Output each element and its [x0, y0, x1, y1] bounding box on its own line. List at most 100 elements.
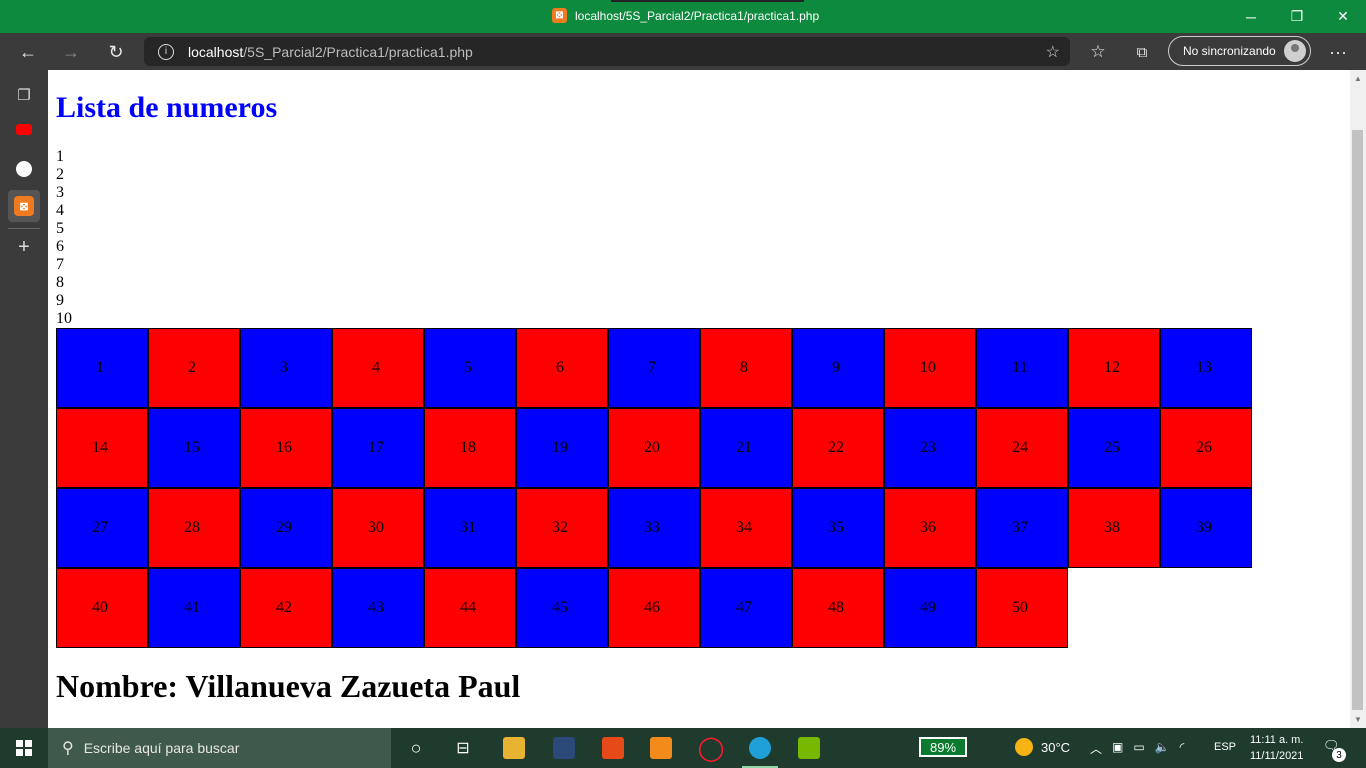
- forward-arrow-icon[interactable]: →: [58, 39, 84, 65]
- office-app[interactable]: [593, 734, 633, 762]
- youtube-tab[interactable]: [12, 117, 36, 141]
- grid-cell-number: 36: [920, 519, 936, 536]
- sidebar-divider: [8, 228, 40, 229]
- grid-cell: 39: [1160, 488, 1252, 568]
- grid-cell-number: 44: [460, 599, 476, 616]
- grid-cell: 45: [516, 568, 608, 648]
- more-options-icon[interactable]: ···: [1325, 39, 1351, 65]
- browser-sidebar: ❐ ⊠ +: [0, 70, 48, 728]
- grid-cell: 25: [1068, 408, 1160, 488]
- scroll-down-arrow-icon[interactable]: ▼: [1354, 715, 1362, 724]
- grid-cell: 26: [1160, 408, 1252, 488]
- grid-cell-number: 13: [1196, 359, 1212, 376]
- cortana-icon[interactable]: ○: [396, 734, 436, 762]
- edge-icon: [749, 737, 771, 759]
- favorites-icon[interactable]: ☆: [1085, 39, 1111, 65]
- minimize-button[interactable]: ─: [1228, 0, 1274, 33]
- windows-logo-icon: [16, 740, 32, 756]
- grid-cell-number: 32: [552, 519, 568, 536]
- grid-cell: 32: [516, 488, 608, 568]
- grid-cell: 18: [424, 408, 516, 488]
- edge-app[interactable]: [740, 734, 780, 768]
- page-scrollbar[interactable]: ▲ ▼: [1350, 70, 1366, 728]
- grid-cell-number: 47: [736, 599, 752, 616]
- opera-app[interactable]: ◯: [691, 734, 731, 762]
- grid-cell-number: 48: [828, 599, 844, 616]
- speaker-icon[interactable]: 🔈: [1155, 740, 1170, 757]
- device-icon[interactable]: ▣: [1112, 740, 1123, 757]
- grid-cell: 46: [608, 568, 700, 648]
- grid-cell-number: 2: [188, 359, 196, 376]
- chevron-up-icon[interactable]: ︿: [1090, 740, 1102, 757]
- grid-cell-number: 26: [1196, 439, 1212, 456]
- grid-cell: 7: [608, 328, 700, 408]
- language-indicator[interactable]: ESP: [1214, 741, 1236, 753]
- weather-widget[interactable]: 30°C: [1015, 738, 1070, 756]
- collections-icon[interactable]: ⧉: [1129, 39, 1155, 65]
- sync-label: No sincronizando: [1183, 44, 1276, 58]
- grid-cell: 40: [56, 568, 148, 648]
- clock[interactable]: 11:11 a. m. 11/11/2021: [1250, 732, 1303, 764]
- grid-cell-number: 14: [92, 439, 108, 456]
- search-icon: ⚲: [62, 740, 74, 757]
- grid-cell-number: 11: [1012, 359, 1028, 376]
- grid-cell-number: 5: [464, 359, 472, 376]
- back-arrow-icon[interactable]: ←: [15, 39, 41, 65]
- grid-cell: 38: [1068, 488, 1160, 568]
- grid-cell-number: 49: [920, 599, 936, 616]
- start-button[interactable]: [0, 728, 48, 768]
- xampp-tab[interactable]: ⊠: [12, 194, 36, 218]
- refresh-icon[interactable]: ↻: [103, 39, 129, 65]
- new-tab-icon[interactable]: +: [12, 235, 36, 259]
- folder-icon: [503, 737, 525, 759]
- github-tab[interactable]: [12, 157, 36, 181]
- taskbar-search[interactable]: ⚲ Escribe aquí para buscar: [48, 728, 391, 768]
- battery-level: 89%: [929, 739, 957, 755]
- url-path: /5S_Parcial2/Practica1/practica1.php: [243, 43, 473, 60]
- nvidia-app[interactable]: [789, 734, 829, 762]
- task-view-icon[interactable]: ⊟: [443, 734, 483, 762]
- battery-indicator[interactable]: 89%: [919, 737, 967, 757]
- sublime-app[interactable]: [641, 734, 681, 762]
- grid-cell: 21: [700, 408, 792, 488]
- battery-icon[interactable]: ▭: [1133, 740, 1144, 757]
- info-icon[interactable]: i: [158, 43, 174, 60]
- grid-cell-number: 10: [920, 359, 936, 376]
- grid-cell: 20: [608, 408, 700, 488]
- grid-cell: 34: [700, 488, 792, 568]
- grid-cell-number: 21: [736, 439, 752, 456]
- number-grid: 1 2 3 4 5 6 7 8 9 10 11 12 13 14 15 16 17 18 19 20 21 22 23 24 2…: [56, 328, 1252, 648]
- temperature: 30°C: [1041, 739, 1071, 755]
- grid-cell: 35: [792, 488, 884, 568]
- maximize-button[interactable]: ❐: [1274, 0, 1320, 33]
- grid-cell: 4: [332, 328, 424, 408]
- address-bar[interactable]: i localhost/5S_Parcial2/Practica1/practi…: [144, 37, 1070, 66]
- grid-cell-number: 25: [1104, 439, 1120, 456]
- url-text[interactable]: localhost/5S_Parcial2/Practica1/practica…: [188, 44, 473, 60]
- scroll-thumb[interactable]: [1352, 130, 1363, 710]
- grid-cell-number: 12: [1104, 359, 1120, 376]
- file-explorer-app[interactable]: [494, 734, 534, 762]
- scroll-up-arrow-icon[interactable]: ▲: [1354, 74, 1362, 83]
- wifi-icon[interactable]: ◜: [1180, 740, 1185, 757]
- grid-cell-number: 23: [920, 439, 936, 456]
- student-name: Nombre: Villanueva Zazueta Paul: [56, 668, 521, 704]
- nvidia-icon: [798, 737, 820, 759]
- vscode-app[interactable]: [544, 734, 584, 762]
- tab-actions-icon[interactable]: ❐: [12, 83, 36, 107]
- grid-cell: 11: [976, 328, 1068, 408]
- sync-button[interactable]: No sincronizando: [1168, 36, 1311, 66]
- list-item: 6: [56, 238, 64, 255]
- grid-cell: 14: [56, 408, 148, 488]
- search-placeholder: Escribe aquí para buscar: [83, 740, 240, 756]
- add-favorite-icon[interactable]: ☆: [1046, 42, 1060, 62]
- grid-cell-number: 17: [368, 439, 384, 456]
- list-item: 2: [56, 166, 64, 183]
- grid-cell: 2: [148, 328, 240, 408]
- grid-cell: 19: [516, 408, 608, 488]
- list-item: 4: [56, 202, 64, 219]
- grid-cell: 31: [424, 488, 516, 568]
- close-button[interactable]: ✕: [1320, 0, 1366, 33]
- grid-cell-number: 1: [96, 359, 104, 376]
- avatar: [1284, 40, 1306, 62]
